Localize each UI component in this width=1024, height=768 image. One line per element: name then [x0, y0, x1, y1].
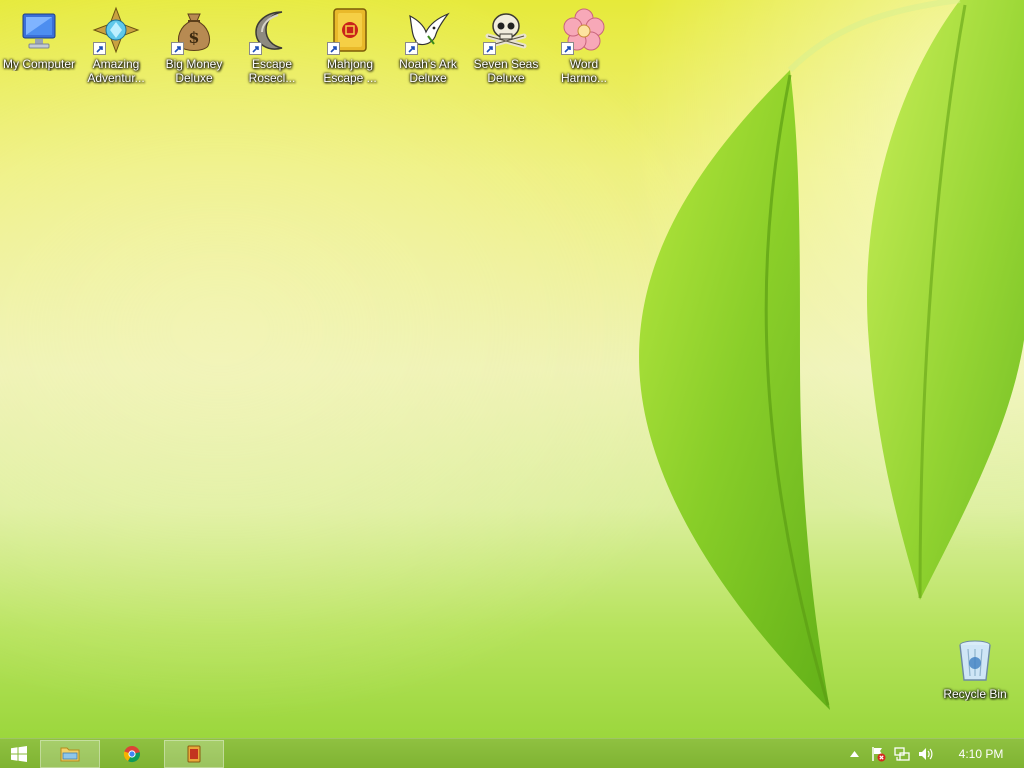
icon-label: Mahjong Escape ... [323, 57, 377, 85]
show-hidden-icons-button[interactable] [842, 739, 866, 768]
taskbar: 4:10 PM [0, 738, 1024, 768]
desktop-icon-amazing-adventures[interactable]: Amazing Adventur... [77, 6, 155, 88]
taskbar-file-explorer-button[interactable] [40, 739, 100, 768]
folder-icon [60, 747, 80, 761]
start-button[interactable] [0, 739, 38, 768]
svg-text:$: $ [188, 28, 199, 47]
icon-label: Noah's Ark Deluxe [399, 57, 457, 85]
volume-icon [919, 748, 933, 760]
desktop-icon-big-money-deluxe[interactable]: $ Big Money Deluxe [155, 6, 233, 88]
desktop-icon-escape-rosecliff[interactable]: Escape Rosecl... [233, 6, 311, 88]
system-tray: 4:10 PM [842, 739, 1024, 768]
shortcut-arrow-icon [327, 42, 340, 55]
icon-label: Big Money Deluxe [165, 57, 223, 85]
icon-label: Escape Rosecl... [248, 57, 296, 85]
desktop-icon-my-computer[interactable]: My Computer [0, 6, 78, 88]
network-button[interactable] [890, 739, 914, 768]
desktop-icon-recycle-bin[interactable]: Recycle Bin [936, 636, 1014, 718]
action-center-button[interactable] [866, 739, 890, 768]
shortcut-arrow-icon [561, 42, 574, 55]
desktop-icon-word-harmony[interactable]: Word Harmo... [545, 6, 623, 88]
desktop-icon-mahjong-escape[interactable]: Mahjong Escape ... [311, 6, 389, 88]
icon-label: Amazing Adventur... [87, 57, 145, 85]
windows-logo-icon [11, 745, 27, 762]
chrome-icon [123, 745, 141, 762]
wallpaper-leaves [639, 0, 1024, 710]
icon-label: Seven Seas Deluxe [473, 57, 539, 85]
volume-button[interactable] [914, 739, 938, 768]
shortcut-arrow-icon [483, 42, 496, 55]
shortcut-arrow-icon [405, 42, 418, 55]
computer-icon [22, 13, 56, 49]
chevron-up-icon [849, 751, 859, 757]
shortcut-arrow-icon [171, 42, 184, 55]
shortcut-arrow-icon [93, 42, 106, 55]
action-center-flag-icon [872, 747, 886, 762]
taskbar-chrome-button[interactable] [102, 740, 162, 768]
icon-label: Recycle Bin [943, 687, 1007, 701]
taskbar-game-app-button[interactable] [164, 739, 224, 768]
icon-label: Word Harmo... [560, 57, 607, 85]
taskbar-clock[interactable]: 4:10 PM [938, 739, 1024, 768]
game-app-icon [187, 745, 201, 762]
network-icon [894, 747, 910, 761]
icon-label: My Computer [2, 57, 76, 71]
desktop-icon-seven-seas-deluxe[interactable]: Seven Seas Deluxe [467, 6, 545, 88]
desktop-icon-noahs-ark-deluxe[interactable]: Noah's Ark Deluxe [389, 6, 467, 88]
recycle-bin-icon [959, 640, 991, 681]
shortcut-arrow-icon [249, 42, 262, 55]
